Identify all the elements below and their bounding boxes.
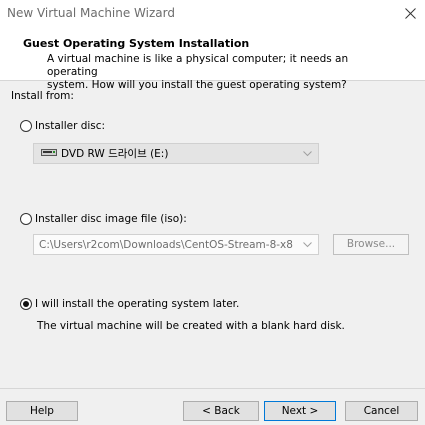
- close-button[interactable]: [399, 3, 421, 25]
- header-title: Guest Operating System Installation: [23, 37, 250, 50]
- browse-button[interactable]: Browse...: [333, 234, 409, 255]
- iso-file-label: Installer disc image file (iso):: [35, 213, 187, 225]
- header-description: A virtual machine is like a physical com…: [47, 53, 397, 92]
- installer-disc-radio[interactable]: Installer disc:: [20, 120, 105, 132]
- title-bar: New Virtual Machine Wizard: [0, 0, 425, 28]
- back-button[interactable]: < Back: [183, 401, 259, 421]
- help-button[interactable]: Help: [6, 401, 78, 421]
- footer-divider: [0, 388, 425, 389]
- close-icon: [404, 8, 416, 19]
- next-button[interactable]: Next >: [264, 401, 336, 421]
- chevron-down-icon: [303, 242, 312, 248]
- iso-path-select[interactable]: C:\Users\r2com\Downloads\CentOS-Stream-8…: [33, 234, 319, 255]
- window-title: New Virtual Machine Wizard: [7, 6, 175, 20]
- install-later-radio[interactable]: I will install the operating system late…: [20, 298, 239, 310]
- cancel-button[interactable]: Cancel: [345, 401, 418, 421]
- iso-file-radio-circle[interactable]: [20, 213, 32, 225]
- wizard-header: Guest Operating System Installation A vi…: [0, 28, 425, 91]
- install-later-label: I will install the operating system late…: [35, 298, 240, 310]
- install-later-radio-circle[interactable]: [20, 298, 32, 310]
- header-description-line2: system. How will you install the guest o…: [47, 79, 347, 91]
- install-from-label: Install from:: [11, 90, 74, 102]
- iso-file-radio[interactable]: Installer disc image file (iso):: [20, 213, 187, 225]
- installer-disc-radio-circle[interactable]: [20, 120, 32, 132]
- iso-path-value: C:\Users\r2com\Downloads\CentOS-Stream-8…: [39, 238, 293, 251]
- install-later-info: The virtual machine will be created with…: [37, 320, 345, 332]
- header-description-line1: A virtual machine is like a physical com…: [47, 53, 349, 78]
- installer-disc-label: Installer disc:: [35, 120, 106, 132]
- dvd-drive-icon: [41, 148, 57, 160]
- drive-select-value: DVD RW 드라이브 (E:): [61, 148, 169, 160]
- drive-select[interactable]: DVD RW 드라이브 (E:): [33, 143, 319, 164]
- chevron-down-icon: [303, 151, 312, 157]
